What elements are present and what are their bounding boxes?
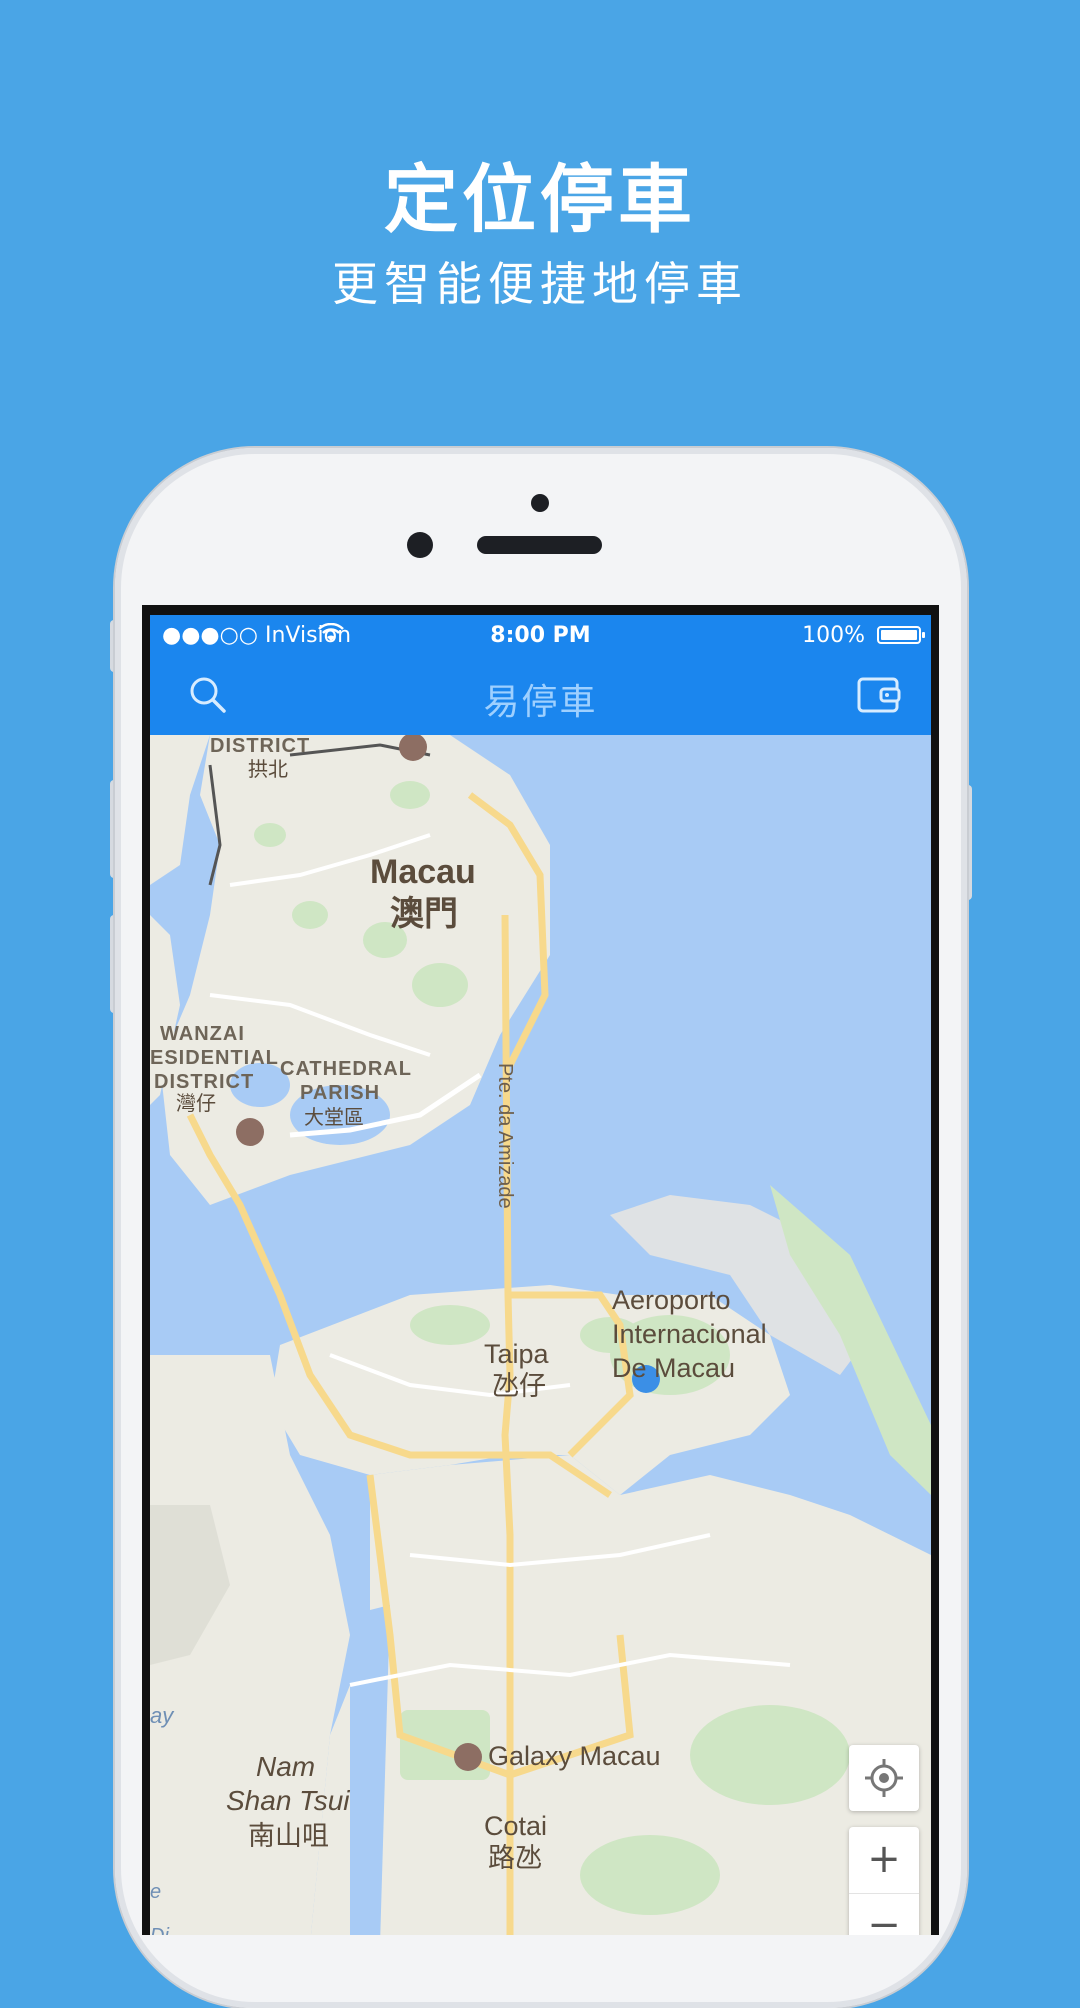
my-location-icon [865,1759,903,1797]
edge-label-di: Di [150,1925,169,1935]
bridge-label: Pte. da Amizade [494,1063,516,1209]
battery-percent: 100% [802,623,865,648]
wanzai-label-2: ESIDENTIAL [150,1047,279,1069]
airport-label-1: Aeroporto [612,1285,731,1315]
map-view[interactable]: DISTRICT 拱北 Macau 澳門 WANZAI ESIDENTIAL D… [150,735,931,1935]
wanzai-label-1: WANZAI [160,1023,245,1045]
my-location-button[interactable] [849,1745,919,1811]
nam-cn-label: 南山咀 [248,1821,329,1851]
phone-screen: ●●●○○ InVision 8:00 PM 100% 易停車 DISTRICT… [142,605,939,1935]
cotai-cn-label: 路氹 [488,1843,542,1873]
app-title: 易停車 [483,682,598,723]
wanzai-cn-label: 灣仔 [176,1093,216,1115]
proximity-sensor [531,494,549,512]
cathedral-label-2: PARISH [300,1082,381,1104]
edge-label-e: e [150,1881,162,1903]
macau-label: Macau [370,853,476,891]
nam-label-1: Nam [256,1751,316,1782]
cathedral-label-1: CATHEDRAL [280,1058,412,1080]
edge-label-ay: ay [150,1703,174,1728]
district-label: DISTRICT [210,735,311,757]
taipa-label: Taipa [484,1339,549,1369]
promo-subtitle: 更智能便捷地停車 [332,257,748,311]
zoom-in-button[interactable]: + [849,1827,919,1894]
airport-label-2: Internacional [612,1319,767,1349]
earpiece-speaker [477,536,602,554]
nav-bar: 易停車 [150,655,931,735]
macau-cn-label: 澳門 [390,895,458,933]
battery-icon [877,626,925,644]
airport-label-3: De Macau [612,1353,736,1383]
zoom-control: + − [849,1827,919,1935]
taipa-cn-label: 氹仔 [492,1371,546,1401]
nam-label-2: Shan Tsui [226,1785,350,1816]
district-cn-label: 拱北 [248,759,288,781]
galaxy-label: Galaxy Macau [488,1741,661,1771]
wanzai-label-3: DISTRICT [154,1071,255,1093]
front-camera [407,532,433,558]
status-bar: ●●●○○ InVision 8:00 PM 100% [150,615,931,655]
zoom-out-button[interactable]: − [849,1893,919,1935]
wallet-icon[interactable] [855,673,903,717]
cathedral-cn-label: 大堂區 [304,1107,364,1129]
cotai-label: Cotai [484,1811,548,1841]
promo-title: 定位停車 [384,157,696,243]
